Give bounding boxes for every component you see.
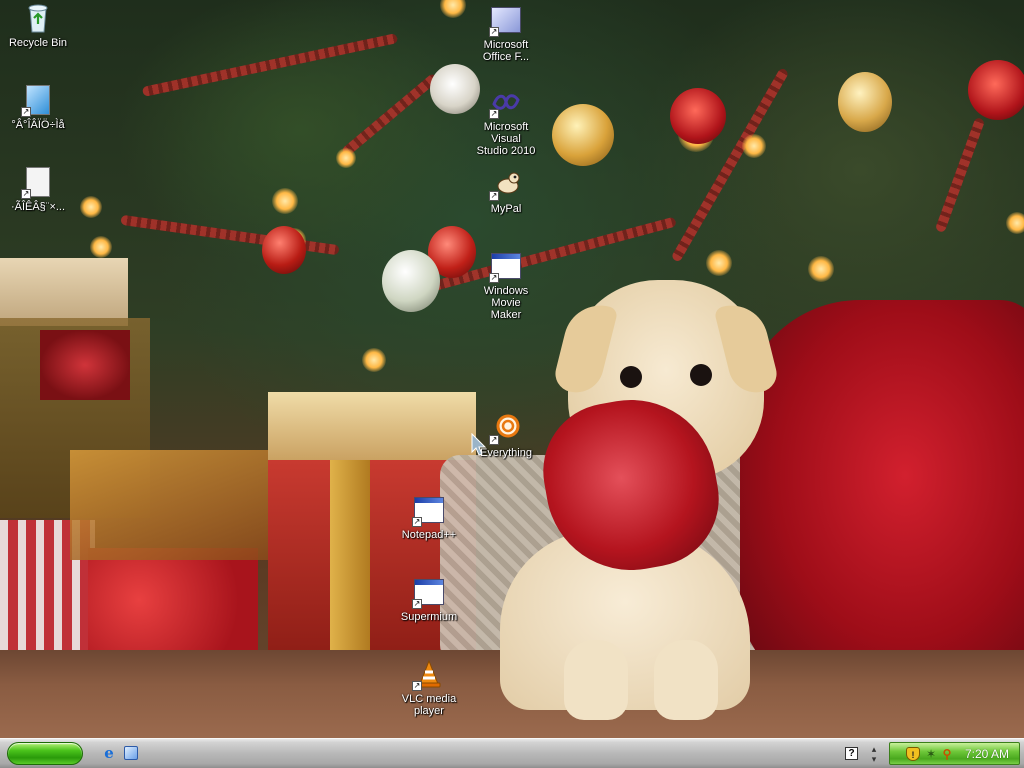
red-ornament — [968, 60, 1024, 120]
mouse-pointer-icon — [471, 433, 487, 456]
bokeh-light — [90, 236, 112, 258]
gift-box — [0, 258, 128, 326]
help-icon[interactable]: ? — [845, 747, 858, 760]
application-window-icon: ↗ — [489, 250, 522, 283]
gold-ornament — [838, 72, 892, 132]
puppy-paw-right — [654, 640, 718, 720]
tray-expand-icon[interactable]: ▴ ▾ — [868, 744, 880, 764]
white-ornament — [382, 250, 440, 312]
security-shield-icon[interactable]: ! — [906, 747, 920, 761]
visual-studio-icon: ↗ — [489, 86, 522, 119]
recycle-bin-label: Recycle Bin — [8, 37, 68, 49]
supermium-desktop-icon[interactable]: ↗ Supermium — [391, 576, 467, 623]
taskbar: e ? ▴ ▾ ! ✶ ⚲ 7:20 AM — [0, 738, 1024, 768]
puppy-eye-right — [690, 364, 712, 386]
recycle-bin-desktop-icon[interactable]: Recycle Bin — [0, 2, 76, 49]
vlc-cone-icon: ↗ — [412, 658, 445, 691]
clock[interactable]: 7:20 AM — [965, 747, 1009, 761]
garland-decoration — [141, 33, 399, 97]
shortcut-arrow-icon: ↗ — [412, 517, 422, 527]
recycle-bin-icon — [22, 2, 54, 34]
red-ornament — [262, 226, 306, 274]
search-icon[interactable]: ⚲ — [940, 747, 954, 761]
ms-office-label: Microsoft Office F... — [482, 39, 530, 63]
gold-gift-lid — [268, 392, 476, 462]
gift-ribbon — [330, 460, 370, 670]
network-icon[interactable]: ✶ — [924, 747, 938, 761]
system-tray: ! ✶ ⚲ 7:20 AM — [889, 742, 1020, 765]
vlc-desktop-icon[interactable]: ↗ VLC media player — [391, 658, 467, 717]
garland-decoration — [120, 214, 340, 256]
shortcut-arrow-icon: ↗ — [489, 435, 499, 445]
bokeh-light — [336, 148, 356, 168]
shortcut-b-desktop-icon[interactable]: ↗ ·ÃÎÊÂ§¨×... — [0, 166, 76, 213]
bokeh-light — [706, 250, 732, 276]
bokeh-light — [440, 0, 466, 18]
vs2010-label: Microsoft Visual Studio 2010 — [476, 121, 536, 157]
mypal-desktop-icon[interactable]: ↗ MyPal — [468, 168, 544, 215]
puppy-image — [470, 280, 790, 720]
everything-label: Everything — [480, 447, 532, 459]
mypal-label: MyPal — [490, 203, 522, 215]
shortcut-a-desktop-icon[interactable]: ↗ °Â°ÎÂÏÖ÷Ìå — [0, 84, 76, 131]
shortcut-arrow-icon: ↗ — [489, 273, 499, 283]
application-window-icon: ↗ — [412, 494, 445, 527]
ms-office-desktop-icon[interactable]: ↗ Microsoft Office F... — [468, 4, 544, 63]
notepadpp-desktop-icon[interactable]: ↗ Notepad++ — [391, 494, 467, 541]
shortcut-arrow-icon: ↗ — [412, 681, 422, 691]
desktop-wallpaper: Recycle Bin ↗ °Â°ÎÂÏÖ÷Ìå ↗ ·ÃÎÊÂ§¨×... ↗… — [0, 0, 1024, 738]
bokeh-light — [742, 134, 766, 158]
garland-decoration — [934, 116, 986, 234]
mypal-icon: ↗ — [489, 168, 522, 201]
bokeh-light — [272, 188, 298, 214]
movie-maker-desktop-icon[interactable]: ↗ Windows Movie Maker — [468, 250, 544, 321]
vlc-label: VLC media player — [401, 693, 457, 717]
internet-explorer-icon[interactable]: e — [100, 744, 118, 762]
garland-decoration — [340, 72, 440, 158]
shortcut-arrow-icon: ↗ — [21, 189, 31, 199]
bokeh-light — [80, 196, 102, 218]
shortcut-arrow-icon: ↗ — [489, 109, 499, 119]
shortcut-arrow-icon: ↗ — [489, 191, 499, 201]
gift-bow — [40, 330, 130, 400]
shortcut-a-label: °Â°ÎÂÏÖ÷Ìå — [11, 119, 65, 131]
gold-gift — [70, 450, 270, 560]
gold-ornament — [552, 104, 614, 166]
supermium-label: Supermium — [400, 611, 458, 623]
red-ornament — [670, 88, 726, 144]
shortcut-arrow-icon: ↗ — [412, 599, 422, 609]
office-icon: ↗ — [489, 4, 522, 37]
everything-search-icon: ↗ — [489, 412, 522, 445]
notepadpp-label: Notepad++ — [401, 529, 457, 541]
application-window-icon: ↗ — [412, 576, 445, 609]
start-button[interactable] — [7, 742, 83, 765]
bokeh-light — [362, 348, 386, 372]
image-file-icon: ↗ — [21, 84, 54, 117]
text-file-icon: ↗ — [21, 166, 54, 199]
movie-maker-label: Windows Movie Maker — [483, 285, 529, 321]
shortcut-arrow-icon: ↗ — [21, 107, 31, 117]
puppy-eye-left — [620, 366, 642, 388]
shortcut-arrow-icon: ↗ — [489, 27, 499, 37]
bokeh-light — [1006, 212, 1024, 234]
vs2010-desktop-icon[interactable]: ↗ Microsoft Visual Studio 2010 — [468, 86, 544, 157]
shortcut-b-label: ·ÃÎÊÂ§¨×... — [10, 201, 66, 213]
show-desktop-icon[interactable] — [122, 744, 140, 762]
puppy-paw-left — [564, 640, 628, 720]
bokeh-light — [808, 256, 834, 282]
